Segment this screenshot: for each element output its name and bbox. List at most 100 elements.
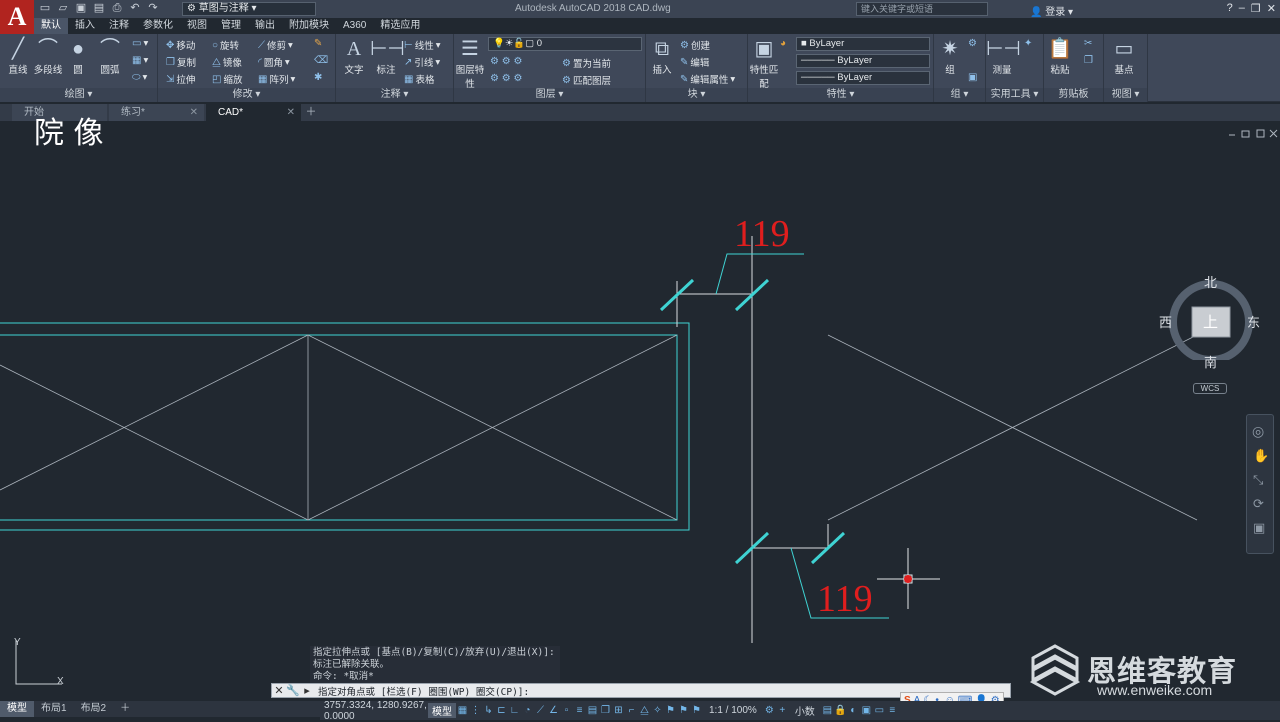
gizmo-icon[interactable]: ✧ [651,705,664,716]
selection-cycling-icon[interactable]: ❐ [599,705,612,716]
file-tab-cad[interactable]: CAD* ✕ [206,104,301,121]
close-icon[interactable]: ✕ [272,684,286,697]
erase-icon[interactable]: ⌫ [314,55,328,66]
tab-featured[interactable]: 精选应用 [373,18,427,34]
group-tools-icons[interactable]: ⚙ [968,38,977,49]
stretch-button[interactable]: ⇲ 拉伸 [166,72,195,87]
fillet-button[interactable]: ◜ 圆角 ▾ [258,55,290,70]
compass-west[interactable]: 西 [1159,312,1172,331]
dimension-button[interactable]: ⊢⊣ 标注 [370,36,405,76]
copy-clip-icon[interactable]: ❐ [1084,55,1093,66]
file-tab-practice[interactable]: 练习* ✕ [109,104,204,121]
utility-tools-icons[interactable]: ✦ [1024,38,1032,49]
compass-north[interactable]: 北 [1204,272,1217,291]
workspace-select[interactable]: ⚙ 草图与注释 ▾ [182,2,316,16]
save-icon[interactable]: ▣ [74,2,88,15]
drawing-canvas[interactable]: 119 119 北 南 东 西 上 WCS ◎ ✋ ⤡ ⟳ ▣ [0,121,1280,700]
edit-pen-icon[interactable]: ✎ [314,38,322,49]
steering-wheel-icon[interactable]: ◎ [1252,423,1268,440]
ellipse-icon[interactable]: ⬭ ▾ [132,72,147,83]
open-file-icon[interactable]: ▱ [56,2,70,15]
compass-east[interactable]: 东 [1247,312,1260,331]
redo-icon[interactable]: ↷ [146,2,160,15]
layer-tools-icons-2[interactable]: ⚙ ⚙ ⚙ [490,73,522,84]
circle-button[interactable]: ● 圆 [62,36,94,76]
copy-button[interactable]: ❐ 复制 [166,55,196,70]
move-button[interactable]: ✥ 移动 [166,38,195,53]
group-select-icon[interactable]: ▣ [968,72,977,83]
arc-button[interactable]: ⌒ 圆弧 [94,36,126,76]
login-button[interactable]: 👤 登录 ▾ [1030,3,1073,18]
color-select[interactable]: ■ ByLayer [796,37,930,51]
layout-tab-model[interactable]: 模型 [0,701,34,717]
polyline-button[interactable]: ⌒ 多段线 [32,36,64,76]
tab-insert[interactable]: 插入 [68,18,102,34]
match-properties-button[interactable]: ▣ 特性匹配 [748,36,780,90]
hardware-acceleration-icon[interactable]: ▣ [860,705,873,716]
new-tab-icon[interactable]: ＋ [303,104,319,121]
tab-annotate[interactable]: 注释 [102,18,136,34]
undo-icon[interactable]: ↶ [128,2,142,15]
dynamic-input-icon[interactable]: ⊏ [495,705,508,716]
tab-default[interactable]: 默认 [34,18,68,34]
panel-title-clipboard[interactable]: 剪贴板 [1044,88,1103,102]
tab-addins[interactable]: 附加模块 [282,18,336,34]
isolate-objects-icon[interactable]: ◐ [847,705,860,716]
array-button[interactable]: ▦ 阵列 ▾ [258,72,295,87]
viewport-controls[interactable] [1229,129,1278,138]
close-icon[interactable]: ✕ [287,104,295,121]
polar-icon[interactable]: ◔ [521,705,534,716]
wrench-icon[interactable]: 🔧 [286,684,300,697]
cut-icon[interactable]: ✂ [1084,38,1092,49]
selection-filter-icon[interactable]: ⧋ [638,705,651,716]
panel-title-annotation[interactable]: 注释 ▾ [336,88,453,102]
pan-icon[interactable]: ✋ [1253,448,1269,464]
annotation-visibility-icon[interactable]: ⚑ [664,705,677,716]
print-icon[interactable]: ⎙ [110,2,124,15]
tab-parametric[interactable]: 参数化 [136,18,180,34]
set-current-button[interactable]: ⚙ 置为当前 [562,56,611,71]
viewcube[interactable]: 北 南 东 西 上 [1159,275,1260,370]
coordinates-readout[interactable]: 3757.3324, 1280.9267, 0.0000 [320,700,428,722]
group-button[interactable]: ✷ 组 [934,36,966,76]
text-button[interactable]: A 文字 [338,36,370,76]
lineweight-select[interactable]: ───── ByLayer [796,71,930,85]
panel-title-utilities[interactable]: 实用工具 ▾ [986,88,1043,102]
rectangle-icon[interactable]: ▭ ▾ [132,38,148,49]
object-snap-tracking-icon[interactable]: ∠ [547,705,560,716]
panel-title-properties[interactable]: 特性 ▾ [748,88,933,102]
dynamic-ucs-icon[interactable]: ⌐ [625,705,638,716]
panel-title-modify[interactable]: 修改 ▾ [158,88,335,102]
orbit-icon[interactable]: ⟳ [1253,496,1267,512]
3d-osnap-icon[interactable]: ⊞ [612,705,625,716]
customization-icon[interactable]: ≡ [886,705,899,716]
tab-manage[interactable]: 管理 [214,18,248,34]
mirror-button[interactable]: ⧋ 镜像 [212,55,242,70]
edit-block-button[interactable]: ✎ 编辑 [680,55,709,70]
application-menu-button[interactable]: A [0,0,34,34]
help-icon[interactable]: ? [1227,2,1233,15]
panel-title-block[interactable]: 块 ▾ [646,88,747,102]
annotation-monitor-icon[interactable]: + [776,705,789,716]
paste-button[interactable]: 📋 粘贴 [1044,36,1076,76]
base-point-button[interactable]: ▭ 基点 [1108,36,1140,76]
zoom-icon[interactable]: ⤡ [1253,472,1267,488]
trim-button[interactable]: ⟋ 修剪 ▾ [258,38,293,53]
infer-icon[interactable]: ↳ [482,705,495,716]
close-icon[interactable]: ✕ [190,104,198,121]
panel-title-draw[interactable]: 绘图 ▾ [0,88,157,102]
object-snap-icon[interactable]: ▫ [560,705,573,716]
leader-button[interactable]: ↗ 引线 ▾ [404,55,440,70]
search-input[interactable]: 键入关键字或短语 [856,2,988,16]
tab-view[interactable]: 视图 [180,18,214,34]
workspace-switch-icon[interactable]: ⚙ [763,705,776,716]
isodraft-icon[interactable]: ⟋ [534,705,547,716]
auto-scale-icon[interactable]: ⚑ [677,705,690,716]
panel-title-view[interactable]: 视图 ▾ [1104,88,1147,102]
insert-button[interactable]: ⧉ 插入 [646,36,678,76]
ortho-icon[interactable]: ∟ [508,705,521,716]
lock-ui-icon[interactable]: 🔒 [834,705,847,716]
explode-icon[interactable]: ✱ [314,72,322,83]
close-icon[interactable]: ✕ [1267,2,1276,15]
tab-a360[interactable]: A360 [336,18,373,34]
